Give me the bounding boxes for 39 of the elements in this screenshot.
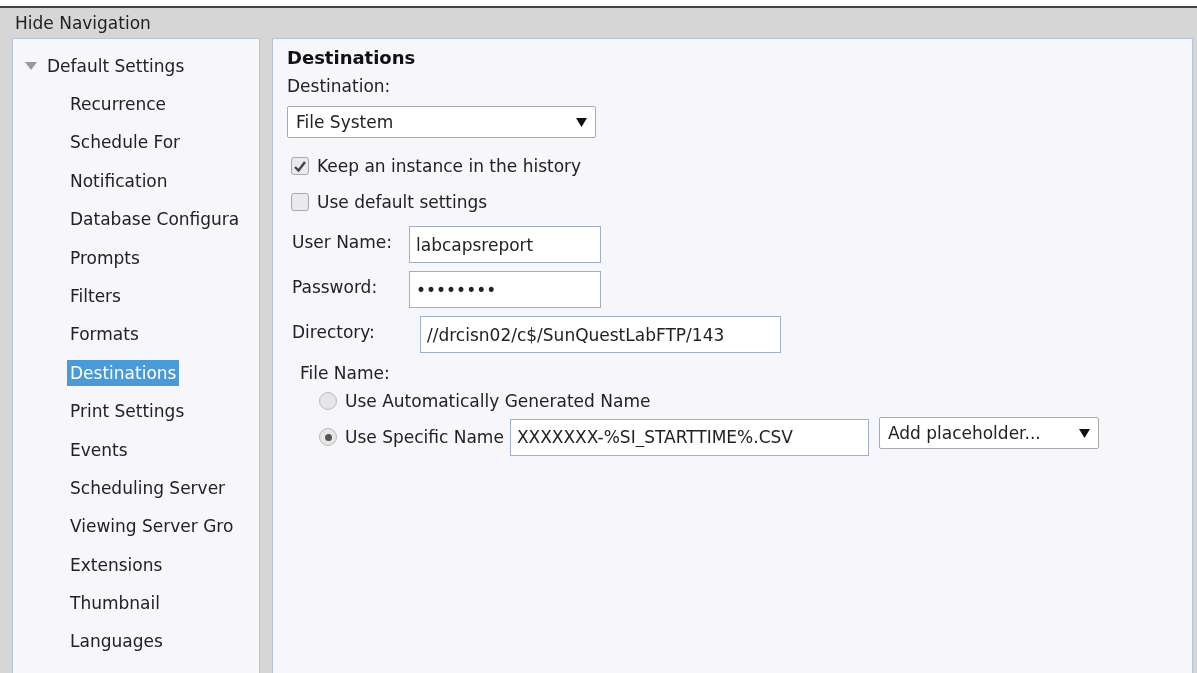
tree-item[interactable]: Print Settings	[67, 398, 188, 425]
tree-group-label[interactable]: Default Settings	[47, 56, 185, 76]
radio-button[interactable]	[319, 392, 337, 410]
radio-label: Use Specific Name	[345, 427, 504, 447]
tree-item[interactable]: Extensions	[67, 551, 166, 578]
field-label: User Name:	[292, 231, 394, 252]
tree-item[interactable]: Languages	[67, 628, 166, 655]
tree-item[interactable]: Notification	[67, 167, 171, 194]
tree-item[interactable]: Formats	[67, 321, 142, 348]
tree-item[interactable]: Schedule For	[67, 129, 184, 156]
field-label: Directory:	[292, 321, 376, 342]
radio-label: Use Automatically Generated Name	[345, 391, 651, 411]
radio-button[interactable]	[319, 428, 337, 446]
tree-item[interactable]: Recurrence	[67, 91, 169, 117]
tree-item[interactable]: Filters	[67, 282, 124, 309]
tree-item[interactable]: Events	[67, 436, 131, 463]
file-name-field[interactable]: XXXXXXX-%SI_STARTTIME%.CSV	[509, 418, 869, 456]
text-field[interactable]: //drcisn02/c$/SunQuestLabFTP/143	[420, 316, 781, 353]
field-label: Password:	[292, 276, 379, 297]
text-field[interactable]: labcapsreport	[409, 226, 601, 263]
destination-dropdown[interactable]: File System	[287, 106, 596, 138]
dropdown-caret-icon	[1078, 428, 1090, 438]
tree-item[interactable]: Prompts	[67, 244, 143, 271]
hide-navigation-link[interactable]: Hide Navigation	[15, 13, 151, 33]
field-label: Destination:	[287, 76, 392, 96]
tree-item[interactable]: Database Configura	[67, 206, 243, 233]
tree-item[interactable]: Thumbnail	[67, 590, 163, 617]
checkbox-label: Use default settings	[317, 192, 488, 212]
checkbox[interactable]	[291, 157, 309, 175]
checkbox-label: Keep an instance in the history	[317, 156, 582, 176]
dropdown-caret-icon	[576, 117, 587, 127]
checkbox[interactable]	[291, 193, 309, 211]
placeholder-dropdown[interactable]: Add placeholder...	[878, 417, 1099, 449]
tree-item[interactable]: Scheduling Server	[67, 474, 229, 501]
expand-triangle-icon[interactable]	[25, 62, 37, 70]
tree-item[interactable]: Viewing Server Gro	[67, 513, 237, 540]
section-title: Destinations	[287, 47, 417, 68]
field-label: File Name:	[300, 363, 391, 383]
text-field[interactable]: ••••••••	[409, 271, 601, 308]
